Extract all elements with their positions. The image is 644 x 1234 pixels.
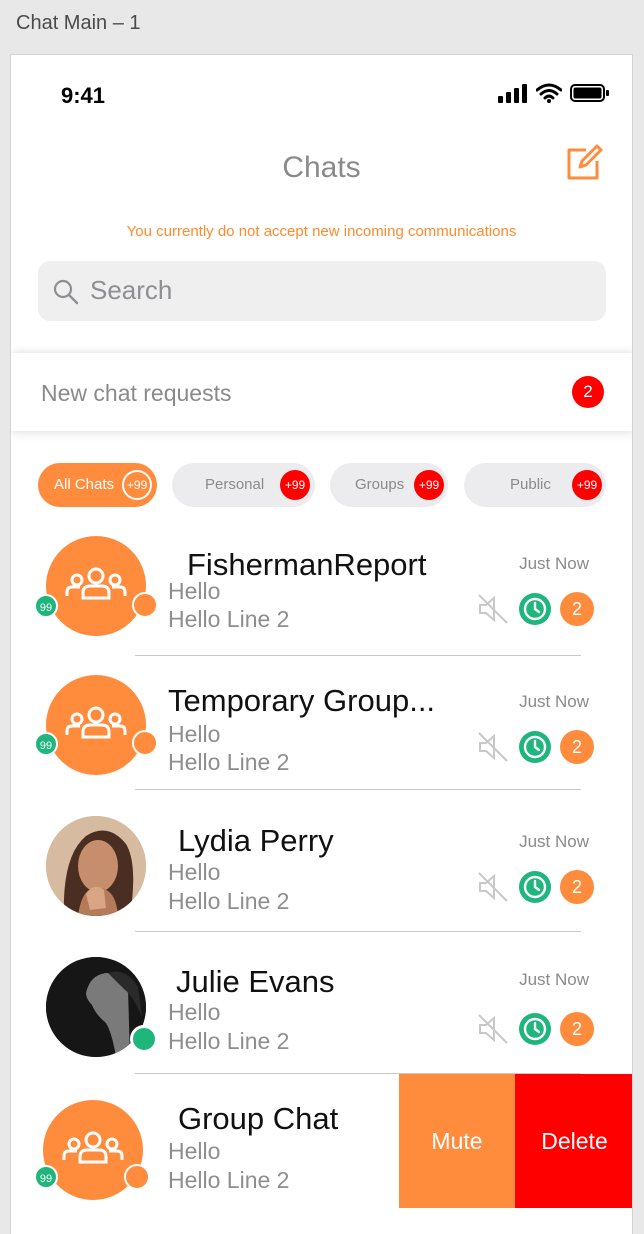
chat-preview-line2: Hello Line 2: [168, 606, 290, 632]
muted-speaker-icon: [478, 872, 508, 902]
chat-name: Lydia Perry: [178, 823, 334, 858]
group-avatar: [46, 675, 146, 775]
chat-preview-line1: Hello: [168, 859, 221, 885]
mute-button[interactable]: Mute: [399, 1074, 515, 1208]
chat-preview-line1: Hello: [168, 1138, 221, 1164]
search-icon: [53, 279, 79, 305]
clock-icon: [519, 593, 551, 625]
filter-count-badge: +99: [572, 470, 602, 500]
availability-notice: You currently do not accept new incoming…: [126, 223, 517, 240]
member-count-badge: 99: [34, 1165, 58, 1189]
page-title: Chats: [282, 151, 361, 184]
online-status-dot: [130, 1025, 158, 1053]
status-time: 9:41: [61, 83, 106, 108]
group-icon: [65, 567, 127, 600]
clock-icon: [519, 731, 551, 763]
public-type-icon: [132, 730, 158, 756]
chat-name: FishermanReport: [187, 547, 427, 582]
chat-preview-line2: Hello Line 2: [168, 1167, 290, 1193]
chat-preview-line1: Hello: [168, 999, 221, 1025]
filter-count-badge: +99: [414, 470, 444, 500]
unread-badge: 2: [560, 592, 594, 626]
filter-label: All Chats: [54, 476, 115, 493]
member-count-badge: 99: [34, 732, 58, 756]
search-input[interactable]: [90, 270, 570, 310]
group-type-icon: [124, 1164, 150, 1190]
chat-name: Julie Evans: [176, 964, 335, 999]
member-count-badge: 99: [34, 594, 58, 618]
divider: [135, 789, 581, 790]
filter-public[interactable]: Public +99: [464, 463, 606, 507]
clock-icon: [519, 1013, 551, 1045]
group-icon: [65, 706, 127, 739]
chat-time: Just Now: [519, 692, 589, 711]
chat-time: Just Now: [519, 970, 589, 989]
filter-chips: All Chats +99 Personal +99 Groups +99 Pu…: [38, 463, 632, 507]
requests-label: New chat requests: [41, 380, 232, 406]
clock-icon: [519, 871, 551, 903]
compose-icon[interactable]: [564, 143, 604, 183]
chat-row-temporary-group[interactable]: 99 Temporary Group... Hello Hello Line 2…: [11, 663, 632, 803]
person-photo-icon: [46, 816, 146, 916]
chat-time: Just Now: [519, 832, 589, 851]
delete-button[interactable]: Delete: [515, 1074, 632, 1208]
filter-count-badge: +99: [122, 470, 152, 500]
unread-badge: 2: [560, 1012, 594, 1046]
unread-badge: 2: [560, 730, 594, 764]
group-avatar: [46, 536, 146, 636]
wifi-icon: [536, 83, 562, 103]
chat-status-icons: 2: [476, 592, 594, 626]
chat-preview-line2: Hello Line 2: [168, 1028, 290, 1054]
chat-time: Just Now: [519, 554, 589, 573]
chat-row-julie-evans[interactable]: Julie Evans Hello Hello Line 2 Just Now …: [11, 941, 632, 1081]
profile-photo: [46, 816, 146, 916]
signal-icon: [498, 84, 527, 103]
divider: [135, 655, 581, 656]
filter-count-badge: +99: [280, 470, 310, 500]
divider: [135, 931, 581, 932]
new-chat-requests[interactable]: New chat requests 2: [11, 353, 632, 431]
filter-label: Public: [510, 476, 551, 493]
muted-speaker-icon: [478, 1014, 508, 1044]
chat-status-icons: 2: [476, 1012, 594, 1046]
artboard-label: Chat Main – 1: [16, 12, 141, 34]
group-type-icon: [132, 592, 158, 618]
filter-label: Groups: [355, 476, 405, 493]
chat-status-icons: 2: [476, 870, 594, 904]
chat-row-fishermanreport[interactable]: 99 FishermanReport Hello Hello Line 2 Ju…: [11, 525, 632, 665]
requests-count-badge: 2: [572, 376, 604, 408]
unread-badge: 2: [560, 870, 594, 904]
muted-speaker-icon: [478, 732, 508, 762]
chat-preview-line2: Hello Line 2: [168, 888, 290, 914]
phone-screen: 9:41 Chats You currently do not accept n…: [10, 54, 633, 1234]
search-bar[interactable]: [38, 261, 606, 321]
swipe-actions: Mute Delete: [399, 1074, 632, 1208]
filter-all-chats[interactable]: All Chats +99: [38, 463, 157, 507]
chat-preview-line1: Hello: [168, 578, 221, 604]
battery-icon: [570, 84, 609, 102]
filter-groups[interactable]: Groups +99: [330, 463, 448, 507]
muted-speaker-icon: [478, 594, 508, 624]
filter-personal[interactable]: Personal +99: [172, 463, 315, 507]
status-icons: [498, 83, 610, 103]
chat-row-lydia-perry[interactable]: Lydia Perry Hello Hello Line 2 Just Now …: [11, 801, 632, 941]
chat-preview-line2: Hello Line 2: [168, 749, 290, 775]
chat-status-icons: 2: [476, 730, 594, 764]
chat-preview-line1: Hello: [168, 721, 221, 747]
chat-name: Group Chat: [178, 1101, 339, 1136]
filter-label: Personal: [205, 476, 265, 493]
chat-name: Temporary Group...: [168, 683, 436, 718]
